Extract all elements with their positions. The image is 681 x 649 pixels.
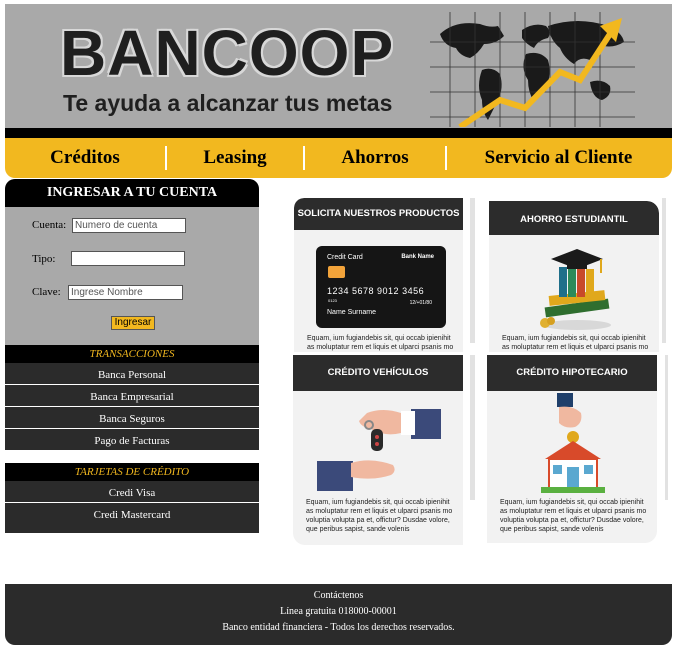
cuenta-input[interactable] [72,218,186,233]
house-hand-icon [541,393,605,493]
main-nav: Créditos Leasing Ahorros Servicio al Cli… [5,138,672,178]
clave-input[interactable] [68,285,183,300]
credit-card-number: 1234 5678 9012 3456 [327,286,425,296]
menu-item-credi-visa[interactable]: Credi Visa [5,481,259,503]
banner-divider [5,128,672,138]
nav-servicio-cliente[interactable]: Servicio al Cliente [447,146,670,170]
header-banner: BANCOOP Te ayuda a alcanzar tus metas [5,4,672,128]
credit-card-small: 0123 [328,298,337,303]
product-card-vehiculos[interactable]: CRÉDITO VEHÍCULOS Equam, ium fugiandebis… [293,355,463,545]
card-description: Equam, ium fugiandebis sit, qui occab ip… [306,499,453,533]
nav-ahorros[interactable]: Ahorros [305,146,445,170]
menu-item-banca-empresarial[interactable]: Banca Empresarial [5,385,259,407]
product-card-hipotecario[interactable]: CRÉDITO HIPOTECARIO Equam, ium fugiandeb… [487,355,657,543]
login-panel: INGRESAR A TU CUENTA Cuenta: Tipo: Clave… [5,179,259,345]
card-title: CRÉDITO HIPOTECARIO [487,355,657,391]
tarjetas-title: TARJETAS DE CRÉDITO [5,463,259,481]
credit-card-valid: 12/+01/80 [409,300,432,306]
world-growth-icon [430,12,635,127]
card-title: CRÉDITO VEHÍCULOS [293,355,463,391]
card-divider [470,198,475,343]
chip-icon [328,266,345,278]
menu-item-pago-facturas[interactable]: Pago de Facturas [5,429,259,451]
tagline: Te ayuda a alcanzar tus metas [63,90,393,116]
card-description: Equam, ium fugiandebis sit, qui occab ip… [307,335,454,351]
menu-item-banca-personal[interactable]: Banca Personal [5,363,259,385]
product-card-ahorro[interactable]: AHORRO ESTUDIANTIL Equam, ium fugiandebi… [489,201,659,352]
card-divider [662,198,666,343]
credit-card-label: Credit Card [327,254,363,261]
credit-card-name: Name Surname [327,309,377,316]
footer-phone: Línea gratuita 018000-00001 [280,606,397,617]
car-keys-hands-icon [317,409,441,491]
footer-copyright: Banco entidad financiera - Todos los der… [222,622,455,633]
product-card-solicita[interactable]: SOLICITA NUESTROS PRODUCTOS Credit Card … [294,198,463,352]
cuenta-label: Cuenta: [32,219,67,231]
card-description: Equam, ium fugiandebis sit, qui occab ip… [500,499,647,533]
credit-card-icon: Credit Card Bank Name 1234 5678 9012 345… [316,246,446,328]
menu-item-credi-mastercard[interactable]: Credi Mastercard [5,503,259,533]
card-divider [470,355,475,500]
login-title: INGRESAR A TU CUENTA [5,179,259,207]
card-divider [665,355,668,500]
menu-item-banca-seguros[interactable]: Banca Seguros [5,407,259,429]
transacciones-menu: TRANSACCIONES Banca Personal Banca Empre… [5,345,259,451]
tipo-label: Tipo: [32,253,56,265]
credit-card-bank: Bank Name [401,254,434,260]
card-title: AHORRO ESTUDIANTIL [489,201,659,235]
nav-leasing[interactable]: Leasing [167,146,303,170]
footer: Contáctenos Línea gratuita 018000-00001 … [5,584,672,645]
card-description: Equam, ium fugiandebis sit, qui occab ip… [502,335,649,351]
tarjetas-menu: TARJETAS DE CRÉDITO Credi Visa Credi Mas… [5,463,259,533]
books-graduation-icon [540,249,611,330]
logo: BANCOOP [60,17,395,89]
clave-label: Clave: [32,286,61,298]
transacciones-title: TRANSACCIONES [5,345,259,363]
footer-contact[interactable]: Contáctenos [5,584,672,604]
card-title: SOLICITA NUESTROS PRODUCTOS [294,198,463,230]
nav-creditos[interactable]: Créditos [5,146,165,170]
tipo-input[interactable] [71,251,185,266]
ingresar-button[interactable]: Ingresar [111,316,155,330]
